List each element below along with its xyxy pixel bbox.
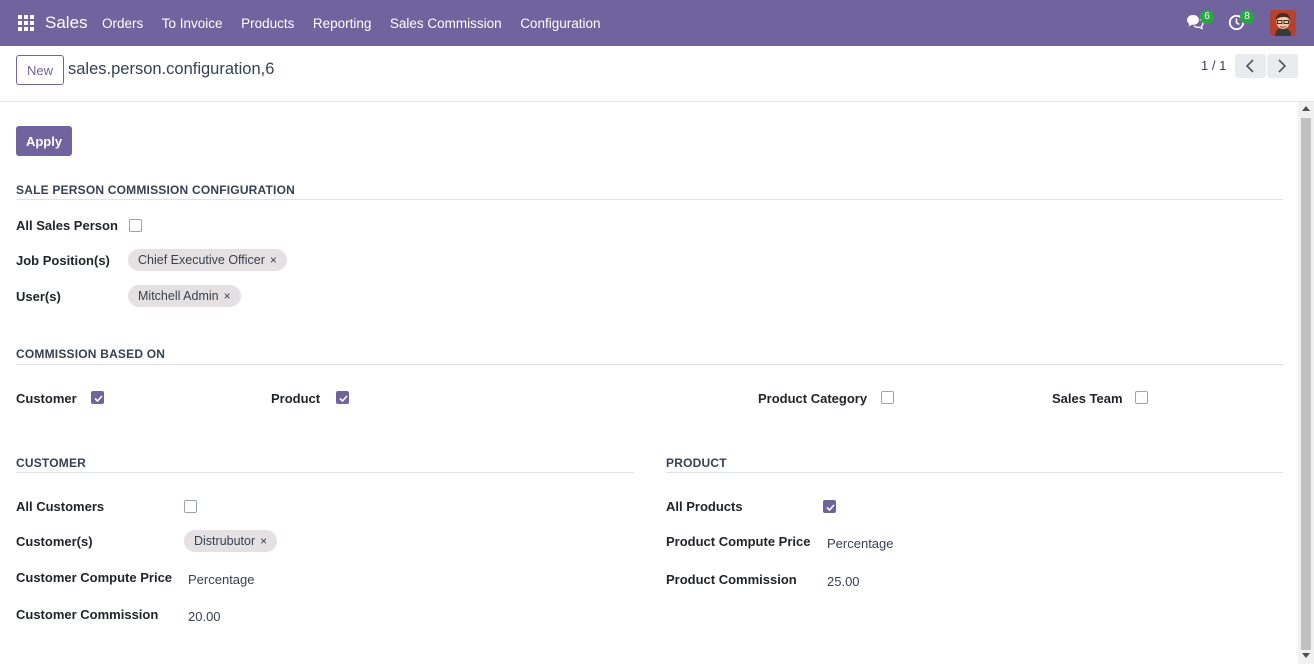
user-tag: Mitchell Admin × bbox=[128, 285, 241, 307]
customer-compute-price-value[interactable]: Percentage bbox=[188, 572, 255, 587]
section-divider bbox=[16, 199, 1283, 200]
menu-reporting[interactable]: Reporting bbox=[313, 16, 372, 31]
all-customers-label: All Customers bbox=[16, 499, 105, 514]
pager-next-button[interactable] bbox=[1267, 54, 1298, 78]
check-icon bbox=[826, 504, 835, 512]
main-menu: Orders To Invoice Products Reporting Sal… bbox=[102, 0, 619, 46]
menu-to-invoice[interactable]: To Invoice bbox=[162, 16, 223, 31]
job-positions-label: Job Position(s) bbox=[16, 253, 110, 268]
scroll-down-icon[interactable] bbox=[1302, 653, 1310, 658]
breadcrumb-record-title: sales.person.configuration,6 bbox=[68, 60, 275, 78]
product-compute-price-label: Product Compute Price bbox=[666, 534, 811, 549]
pager-value[interactable]: 1 / 1 bbox=[1201, 58, 1226, 73]
product-commission-label: Product Commission bbox=[666, 572, 797, 587]
customer-commission-value[interactable]: 20.00 bbox=[188, 609, 221, 624]
section-divider bbox=[16, 472, 634, 473]
job-position-tag: Chief Executive Officer × bbox=[128, 249, 287, 271]
based-on-sales-team-checkbox[interactable] bbox=[1135, 391, 1148, 404]
vertical-scrollbar[interactable] bbox=[1298, 102, 1314, 664]
tag-label: Mitchell Admin bbox=[138, 289, 219, 303]
all-products-checkbox[interactable] bbox=[823, 500, 836, 513]
section-title-config: SALE PERSON COMMISSION CONFIGURATION bbox=[16, 183, 295, 197]
check-icon bbox=[339, 395, 348, 403]
product-commission-value[interactable]: 25.00 bbox=[827, 574, 860, 589]
top-navbar: Sales Orders To Invoice Products Reporti… bbox=[0, 0, 1314, 46]
check-icon bbox=[94, 395, 103, 403]
customer-tag: Distrubutor × bbox=[184, 530, 278, 552]
remove-tag-icon[interactable]: × bbox=[224, 285, 231, 307]
all-products-label: All Products bbox=[666, 499, 743, 514]
chevron-left-icon bbox=[1245, 59, 1254, 73]
section-title-customer: CUSTOMER bbox=[16, 456, 87, 470]
all-sales-person-label: All Sales Person bbox=[16, 218, 118, 233]
based-on-product-category-checkbox[interactable] bbox=[881, 391, 894, 404]
tag-label: Chief Executive Officer bbox=[138, 253, 265, 267]
section-divider bbox=[666, 472, 1283, 473]
remove-tag-icon[interactable]: × bbox=[270, 249, 277, 271]
tag-label: Distrubutor bbox=[194, 534, 256, 548]
section-title-product: PRODUCT bbox=[666, 456, 727, 470]
based-on-sales-team-label: Sales Team bbox=[1052, 391, 1123, 406]
pager-previous-button[interactable] bbox=[1235, 54, 1266, 78]
customers-label: Customer(s) bbox=[16, 534, 93, 549]
menu-products[interactable]: Products bbox=[241, 16, 294, 31]
remove-tag-icon[interactable]: × bbox=[260, 530, 267, 552]
scroll-thumb[interactable] bbox=[1301, 118, 1311, 650]
menu-orders[interactable]: Orders bbox=[102, 16, 143, 31]
apply-button[interactable]: Apply bbox=[16, 126, 72, 156]
user-avatar[interactable] bbox=[1270, 10, 1296, 36]
apps-grid-icon[interactable] bbox=[18, 15, 34, 31]
new-button[interactable]: New bbox=[16, 55, 64, 85]
chat-count-badge: 6 bbox=[1200, 10, 1214, 24]
all-customers-checkbox[interactable] bbox=[184, 500, 197, 513]
users-label: User(s) bbox=[16, 289, 61, 304]
app-name[interactable]: Sales bbox=[45, 13, 88, 33]
section-title-based-on: COMMISSION BASED ON bbox=[16, 347, 166, 361]
menu-sales-commission[interactable]: Sales Commission bbox=[390, 16, 502, 31]
chevron-right-icon bbox=[1278, 59, 1287, 73]
based-on-product-category-label: Product Category bbox=[758, 391, 868, 406]
section-divider bbox=[16, 364, 1283, 365]
customer-commission-label: Customer Commission bbox=[16, 607, 159, 622]
based-on-product-checkbox[interactable] bbox=[336, 391, 349, 404]
menu-configuration[interactable]: Configuration bbox=[520, 16, 600, 31]
all-sales-person-checkbox[interactable] bbox=[129, 219, 142, 232]
scroll-up-icon[interactable] bbox=[1302, 106, 1310, 111]
based-on-customer-label: Customer bbox=[16, 391, 77, 406]
activity-count-badge: 8 bbox=[1240, 10, 1254, 24]
product-compute-price-value[interactable]: Percentage bbox=[827, 536, 894, 551]
based-on-customer-checkbox[interactable] bbox=[91, 391, 104, 404]
control-panel: New sales.person.configuration,6 1 / 1 bbox=[0, 46, 1314, 102]
based-on-product-label: Product bbox=[271, 391, 321, 406]
customer-compute-price-label: Customer Compute Price bbox=[16, 570, 173, 585]
